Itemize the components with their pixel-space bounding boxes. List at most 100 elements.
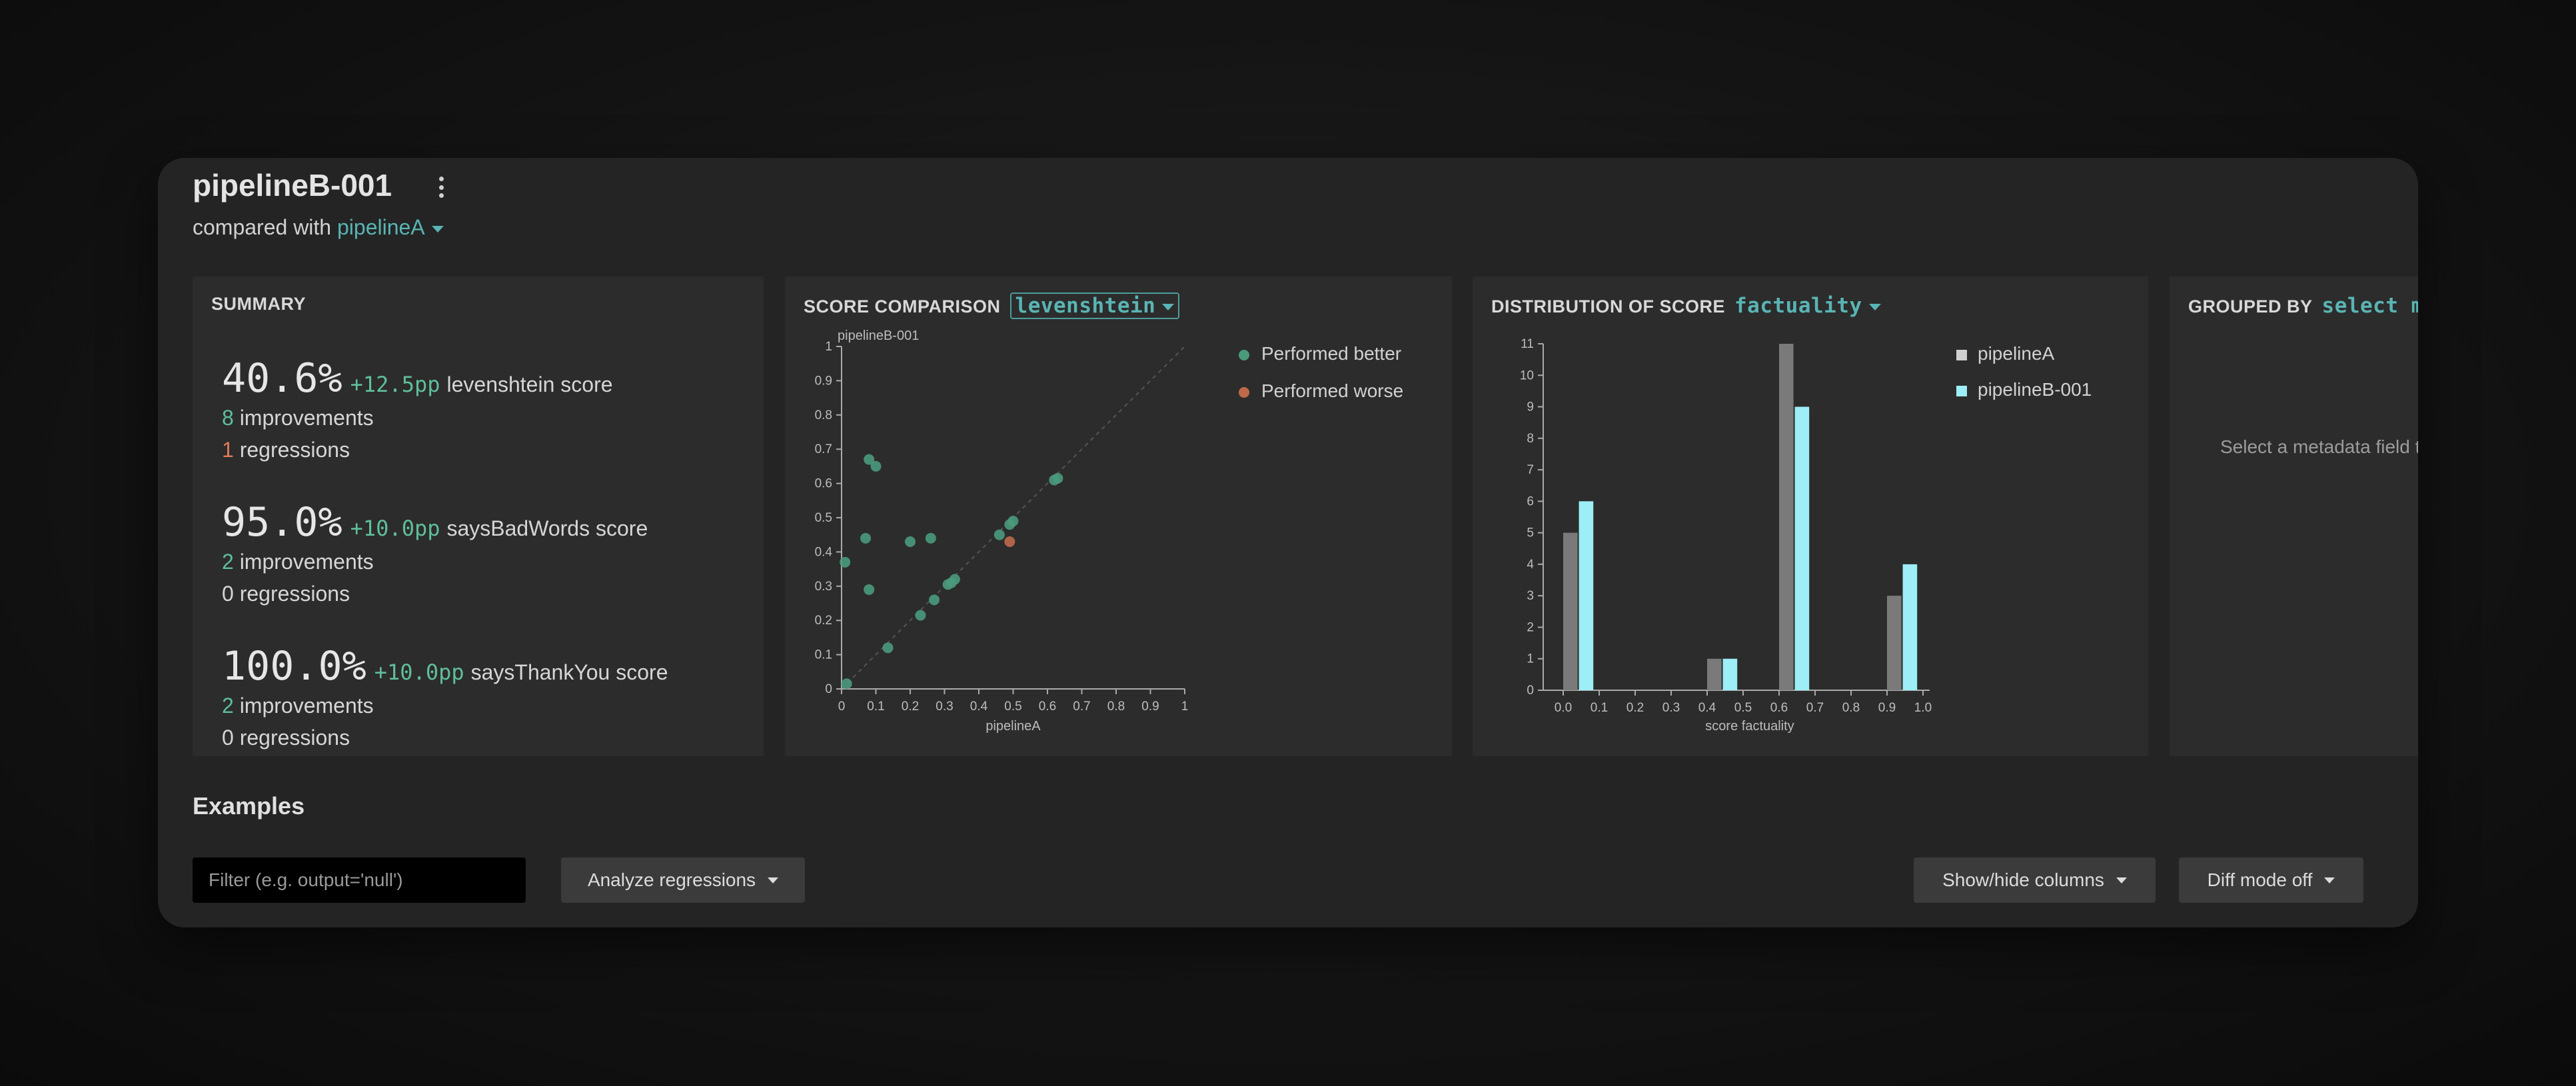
scatter-point-better <box>860 532 872 544</box>
summary-title: SUMMARY <box>211 294 306 314</box>
bar-pipelinea <box>1563 532 1578 690</box>
improvements-line[interactable]: 2 improvements <box>222 690 668 722</box>
y-tick-label: 4 <box>1527 558 1534 572</box>
regressions-line[interactable]: 0 regressions <box>222 578 648 610</box>
regressions-label: regressions <box>239 726 350 750</box>
analyze-regressions-button[interactable]: Analyze regressions <box>561 857 805 903</box>
x-axis-label: pipelineA <box>985 719 1041 734</box>
chevron-down-icon <box>431 225 444 233</box>
bar-pipelineb <box>1902 564 1918 690</box>
improvements-line[interactable]: 2 improvements <box>222 546 648 578</box>
y-tick-label: 0.7 <box>815 442 832 456</box>
improvements-label: improvements <box>239 406 374 430</box>
baseline-selector-label: pipelineA <box>336 215 425 239</box>
legend-pipelineb-label: pipelineB-001 <box>1978 379 2092 400</box>
x-tick-label: 0.7 <box>1073 700 1090 714</box>
x-tick-label: 0.9 <box>1878 701 1896 715</box>
legend-better: Performed better <box>1239 343 1401 364</box>
y-tick-label: 1 <box>1527 652 1534 666</box>
y-tick-label: 0.4 <box>815 545 833 559</box>
scatter-point-better <box>840 556 851 568</box>
metadata-selector[interactable]: select m <box>2322 294 2418 318</box>
regressions-count: 0 <box>222 726 234 750</box>
y-tick-label: 10 <box>1520 368 1534 382</box>
scatter-point-worse <box>1004 536 1015 547</box>
metric-levenshtein: 40.6% +12.5pp levenshtein score 8 improvem… <box>222 355 613 466</box>
pipelineb-square-icon <box>1956 385 1967 396</box>
baseline-selector[interactable]: pipelineA <box>337 215 444 239</box>
analyze-regressions-label: Analyze regressions <box>587 869 756 890</box>
scatter-point-better <box>1007 516 1019 527</box>
scatter-point-better <box>864 584 875 595</box>
x-tick-label: 0 <box>838 700 846 714</box>
more-options-icon[interactable] <box>431 174 451 201</box>
scatter-point-better <box>925 532 936 544</box>
grouped-by-message: Select a metadata field t <box>2220 436 2418 457</box>
regressions-count: 1 <box>222 438 234 462</box>
experiment-window: pipelineB-001 compared with pipelineA SU… <box>158 158 2418 927</box>
y-tick-label: 0.3 <box>815 580 832 594</box>
pipelinea-square-icon <box>1956 349 1967 360</box>
summary-panel: SUMMARY 40.6% +12.5pp levenshtein score 8 … <box>193 276 764 756</box>
x-tick-label: 0.6 <box>1039 700 1056 714</box>
better-dot-icon <box>1239 349 1249 360</box>
page-title: pipelineB-001 <box>193 168 392 203</box>
legend-pipelinea-label: pipelineA <box>1978 343 2055 364</box>
scatter-point-better <box>870 460 882 472</box>
y-tick-label: 5 <box>1527 526 1534 540</box>
metric-name: saysThankYou score <box>470 660 668 684</box>
show-hide-columns-button[interactable]: Show/hide columns <box>1914 857 2156 903</box>
improvements-label: improvements <box>239 694 374 718</box>
legend-worse: Performed worse <box>1239 380 1403 402</box>
y-tick-label: 0.8 <box>815 408 832 422</box>
improvements-count: 2 <box>222 550 234 574</box>
scatter-point-better <box>993 529 1005 540</box>
bar-pipelinea <box>1779 344 1794 690</box>
legend-better-label: Performed better <box>1261 343 1402 364</box>
examples-heading: Examples <box>193 792 305 819</box>
y-tick-label: 0.6 <box>815 477 832 491</box>
bar-pipelinea <box>1887 596 1902 690</box>
improvements-label: improvements <box>239 550 374 574</box>
regressions-label: regressions <box>239 438 350 462</box>
x-tick-label: 0.4 <box>970 700 988 714</box>
bar-pipelinea <box>1707 658 1722 690</box>
y-tick-label: 0 <box>825 682 832 696</box>
y-tick-label: 0.9 <box>815 374 832 388</box>
scatter-point-better <box>841 678 852 690</box>
metric-saysthankyou: 100.0% +10.0pp saysThankYou score 2 improv… <box>222 643 668 754</box>
regressions-line[interactable]: 0 regressions <box>222 722 668 754</box>
scatter-point-better <box>915 610 926 621</box>
chevron-down-icon <box>768 877 779 883</box>
y-tick-label: 7 <box>1527 463 1534 477</box>
y-tick-label: 8 <box>1527 432 1534 446</box>
chevron-down-icon <box>2116 877 2127 883</box>
legend-worse-label: Performed worse <box>1261 380 1404 401</box>
y-tick-label: 9 <box>1527 400 1534 414</box>
show-hide-columns-label: Show/hide columns <box>1942 869 2104 890</box>
y-tick-label: 0.2 <box>815 614 832 628</box>
y-tick-label: 6 <box>1527 494 1534 508</box>
distribution-panel: DISTRIBUTION OF SCORE factuality 0.0 0.1 0.… <box>1473 276 2148 756</box>
regressions-label: regressions <box>239 582 350 606</box>
y-tick-label: 1 <box>825 340 832 354</box>
regressions-line[interactable]: 1 regressions <box>222 434 613 466</box>
improvements-line[interactable]: 8 improvements <box>222 402 613 434</box>
y-tick-label: 0.5 <box>815 511 832 525</box>
x-tick-label: 0.1 <box>867 700 884 714</box>
y-tick-label: 11 <box>1521 337 1534 351</box>
diff-mode-button[interactable]: Diff mode off <box>2179 857 2363 903</box>
y-tick-label: 2 <box>1527 620 1534 634</box>
grouped-by-label: GROUPED BY <box>2188 296 2313 316</box>
filter-input[interactable] <box>193 857 526 903</box>
score-comparison-panel: SCORE COMPARISON levenshtein 0 0.1 0.2 0.3 0.… <box>785 276 1452 756</box>
x-tick-label: 0.6 <box>1770 701 1788 715</box>
x-tick-label: 0.3 <box>936 700 953 714</box>
x-tick-label: 0.3 <box>1662 701 1680 715</box>
metric-delta: +12.5pp <box>350 372 440 397</box>
scatter-point-better <box>929 594 940 606</box>
y-tick-label: 3 <box>1527 589 1534 603</box>
scatter-point-better <box>905 536 916 547</box>
compared-prefix: compared with <box>193 215 332 239</box>
worse-dot-icon <box>1239 386 1249 398</box>
